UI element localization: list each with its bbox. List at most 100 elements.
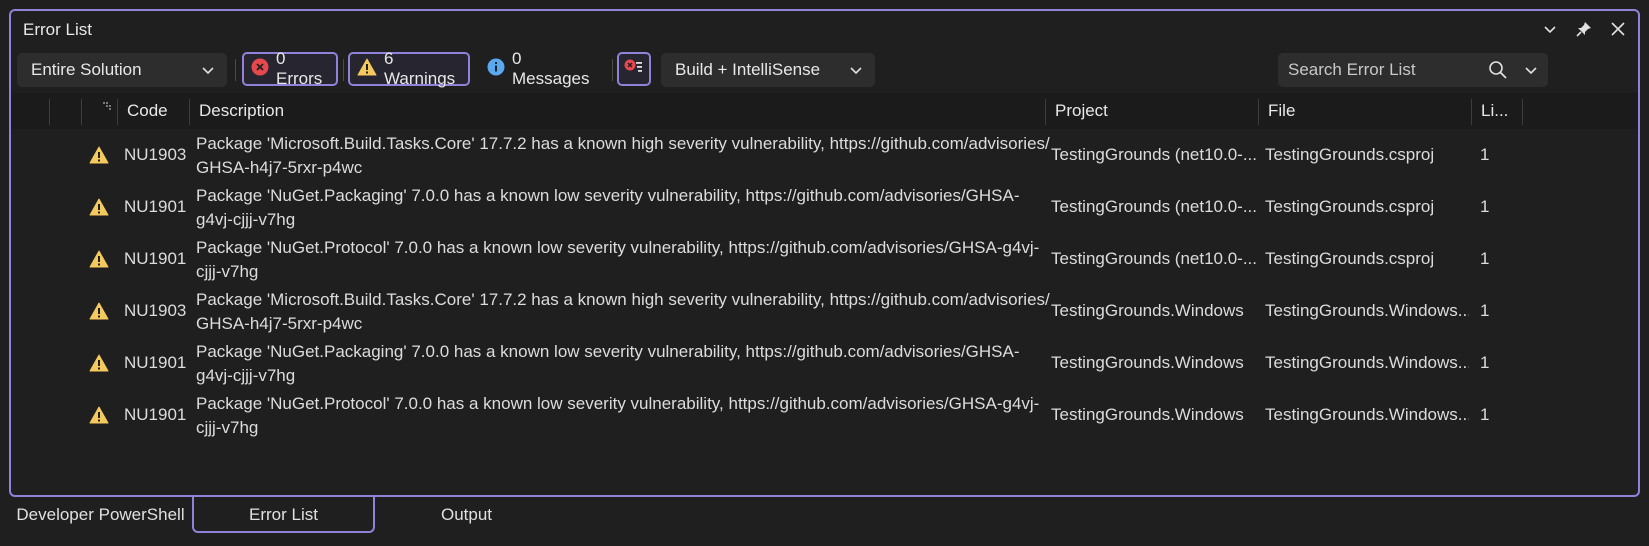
- row-project: TestingGrounds (net10.0-...: [1051, 197, 1257, 216]
- row-project: TestingGrounds.Windows: [1051, 405, 1244, 424]
- messages-filter-button[interactable]: 0 Messages: [480, 49, 608, 88]
- column-divider: [1258, 99, 1259, 125]
- search-input[interactable]: [1278, 59, 1480, 81]
- warning-icon: [357, 58, 377, 81]
- row-description-line: GHSA-h4j7-5rxr-p4wc: [196, 314, 363, 333]
- column-header-code[interactable]: Code: [119, 93, 189, 129]
- source-value: Build + IntelliSense: [675, 60, 821, 79]
- tab-output[interactable]: Output: [375, 497, 558, 533]
- row-line: 1: [1480, 197, 1490, 216]
- table-row[interactable]: NU1901 Package 'NuGet.Packaging' 7.0.0 h…: [11, 181, 1638, 233]
- row-description-line: Package 'NuGet.Packaging' 7.0.0 has a kn…: [196, 342, 1020, 361]
- row-description-line: g4vj-cjjj-v7hg: [196, 210, 296, 229]
- row-description: Package 'NuGet.Packaging' 7.0.0 has a kn…: [196, 340, 1052, 388]
- window-controls: [1538, 17, 1630, 41]
- scope-value: Entire Solution: [31, 60, 142, 79]
- row-description: Package 'Microsoft.Build.Tasks.Core' 17.…: [196, 132, 1052, 180]
- row-description-line: Package 'Microsoft.Build.Tasks.Core' 17.…: [196, 134, 1050, 153]
- errors-filter-button[interactable]: 0 Errors: [242, 49, 338, 88]
- row-project: TestingGrounds (net10.0-...: [1051, 145, 1257, 164]
- row-line: 1: [1480, 353, 1490, 372]
- search-icon[interactable]: [1488, 60, 1508, 80]
- table-row[interactable]: NU1903 Package 'Microsoft.Build.Tasks.Co…: [11, 129, 1638, 181]
- row-description-line: GHSA-h4j7-5rxr-p4wc: [196, 158, 363, 177]
- row-description-line: g4vj-cjjj-v7hg: [196, 366, 296, 385]
- column-divider: [49, 99, 50, 125]
- row-code: NU1901: [124, 405, 187, 424]
- row-code: NU1901: [124, 353, 187, 372]
- column-divider: [117, 99, 118, 125]
- table-row[interactable]: NU1903 Package 'Microsoft.Build.Tasks.Co…: [11, 285, 1638, 337]
- chevron-down-icon[interactable]: [1538, 17, 1562, 41]
- tab-developer-powershell[interactable]: Developer PowerShell: [9, 497, 192, 533]
- row-description-line: Package 'NuGet.Protocol' 7.0.0 has a kno…: [196, 394, 1040, 413]
- column-header-project[interactable]: Project: [1047, 93, 1257, 129]
- chevron-down-icon[interactable]: [1524, 63, 1538, 77]
- messages-count-label: 0 Messages: [512, 49, 590, 88]
- row-file: TestingGrounds.csproj: [1265, 197, 1435, 216]
- toolbar-divider: [235, 59, 236, 81]
- toolbar-divider: [612, 59, 613, 81]
- row-file: TestingGrounds.Windows....: [1265, 301, 1469, 320]
- tab-error-list[interactable]: Error List: [192, 497, 375, 533]
- row-description: Package 'NuGet.Protocol' 7.0.0 has a kno…: [196, 392, 1052, 440]
- row-line: 1: [1480, 145, 1490, 164]
- row-line: 1: [1480, 301, 1490, 320]
- column-header-description[interactable]: Description: [191, 93, 1043, 129]
- warning-icon: [89, 181, 113, 233]
- column-header-file[interactable]: File: [1260, 93, 1470, 129]
- row-description-line: cjjj-v7hg: [196, 262, 259, 281]
- column-header-line[interactable]: Li...: [1473, 93, 1521, 129]
- toolbar: Entire Solution 0 Errors 6 Warnings 0 Me…: [11, 49, 1638, 93]
- window-title: Error List: [23, 20, 92, 39]
- row-project: TestingGrounds (net10.0-...: [1051, 249, 1257, 268]
- close-icon[interactable]: [1606, 17, 1630, 41]
- table-row[interactable]: NU1901 Package 'NuGet.Packaging' 7.0.0 h…: [11, 337, 1638, 389]
- row-project: TestingGrounds.Windows: [1051, 301, 1244, 320]
- table-row[interactable]: NU1901 Package 'NuGet.Protocol' 7.0.0 ha…: [11, 233, 1638, 285]
- row-description: Package 'NuGet.Packaging' 7.0.0 has a kn…: [196, 184, 1052, 232]
- warning-icon: [89, 233, 113, 285]
- sort-grip-icon[interactable]: [103, 97, 111, 115]
- table-row[interactable]: NU1901 Package 'NuGet.Protocol' 7.0.0 ha…: [11, 389, 1638, 441]
- row-project: TestingGrounds.Windows: [1051, 353, 1244, 372]
- column-divider: [1045, 99, 1046, 125]
- column-divider: [1471, 99, 1472, 125]
- title-bar: Error List: [11, 11, 1638, 49]
- warnings-filter-button[interactable]: 6 Warnings: [348, 49, 470, 88]
- row-line: 1: [1480, 405, 1490, 424]
- row-code: NU1903: [124, 301, 187, 320]
- row-description-line: Package 'NuGet.Protocol' 7.0.0 has a kno…: [196, 238, 1040, 257]
- chevron-down-icon: [849, 63, 863, 77]
- row-file: TestingGrounds.csproj: [1265, 145, 1435, 164]
- row-description: Package 'Microsoft.Build.Tasks.Core' 17.…: [196, 288, 1052, 336]
- chevron-down-icon: [201, 63, 215, 77]
- pin-icon[interactable]: [1572, 17, 1596, 41]
- row-description-line: Package 'NuGet.Packaging' 7.0.0 has a kn…: [196, 186, 1020, 205]
- bottom-tab-bar: Developer PowerShell Error List Output: [0, 497, 1649, 546]
- row-line: 1: [1480, 249, 1490, 268]
- scope-dropdown[interactable]: Entire Solution: [17, 53, 227, 87]
- info-icon: [487, 58, 505, 81]
- row-description: Package 'NuGet.Protocol' 7.0.0 has a kno…: [196, 236, 1052, 284]
- row-code: NU1901: [124, 197, 187, 216]
- error-list-panel: Error List Entire Solution 0 Errors 6 Wa…: [9, 9, 1640, 497]
- source-dropdown[interactable]: Build + IntelliSense: [661, 53, 875, 87]
- errors-count-label: 0 Errors: [276, 49, 323, 88]
- row-description-line: Package 'Microsoft.Build.Tasks.Core' 17.…: [196, 290, 1050, 309]
- row-file: TestingGrounds.csproj: [1265, 249, 1435, 268]
- row-description-line: cjjj-v7hg: [196, 418, 259, 437]
- toolbar-divider: [343, 59, 344, 81]
- warning-icon: [89, 129, 113, 181]
- warnings-count-label: 6 Warnings: [384, 49, 456, 88]
- filter-toggle-button[interactable]: [617, 52, 651, 86]
- row-file: TestingGrounds.Windows....: [1265, 353, 1469, 372]
- column-divider: [81, 99, 82, 125]
- column-divider: [189, 99, 190, 125]
- search-box: [1278, 53, 1548, 87]
- row-code: NU1903: [124, 145, 187, 164]
- column-header-row: Code Description Project File Li...: [11, 93, 1638, 129]
- error-icon: [251, 58, 269, 81]
- error-filter-icon: [623, 57, 645, 82]
- row-code: NU1901: [124, 249, 187, 268]
